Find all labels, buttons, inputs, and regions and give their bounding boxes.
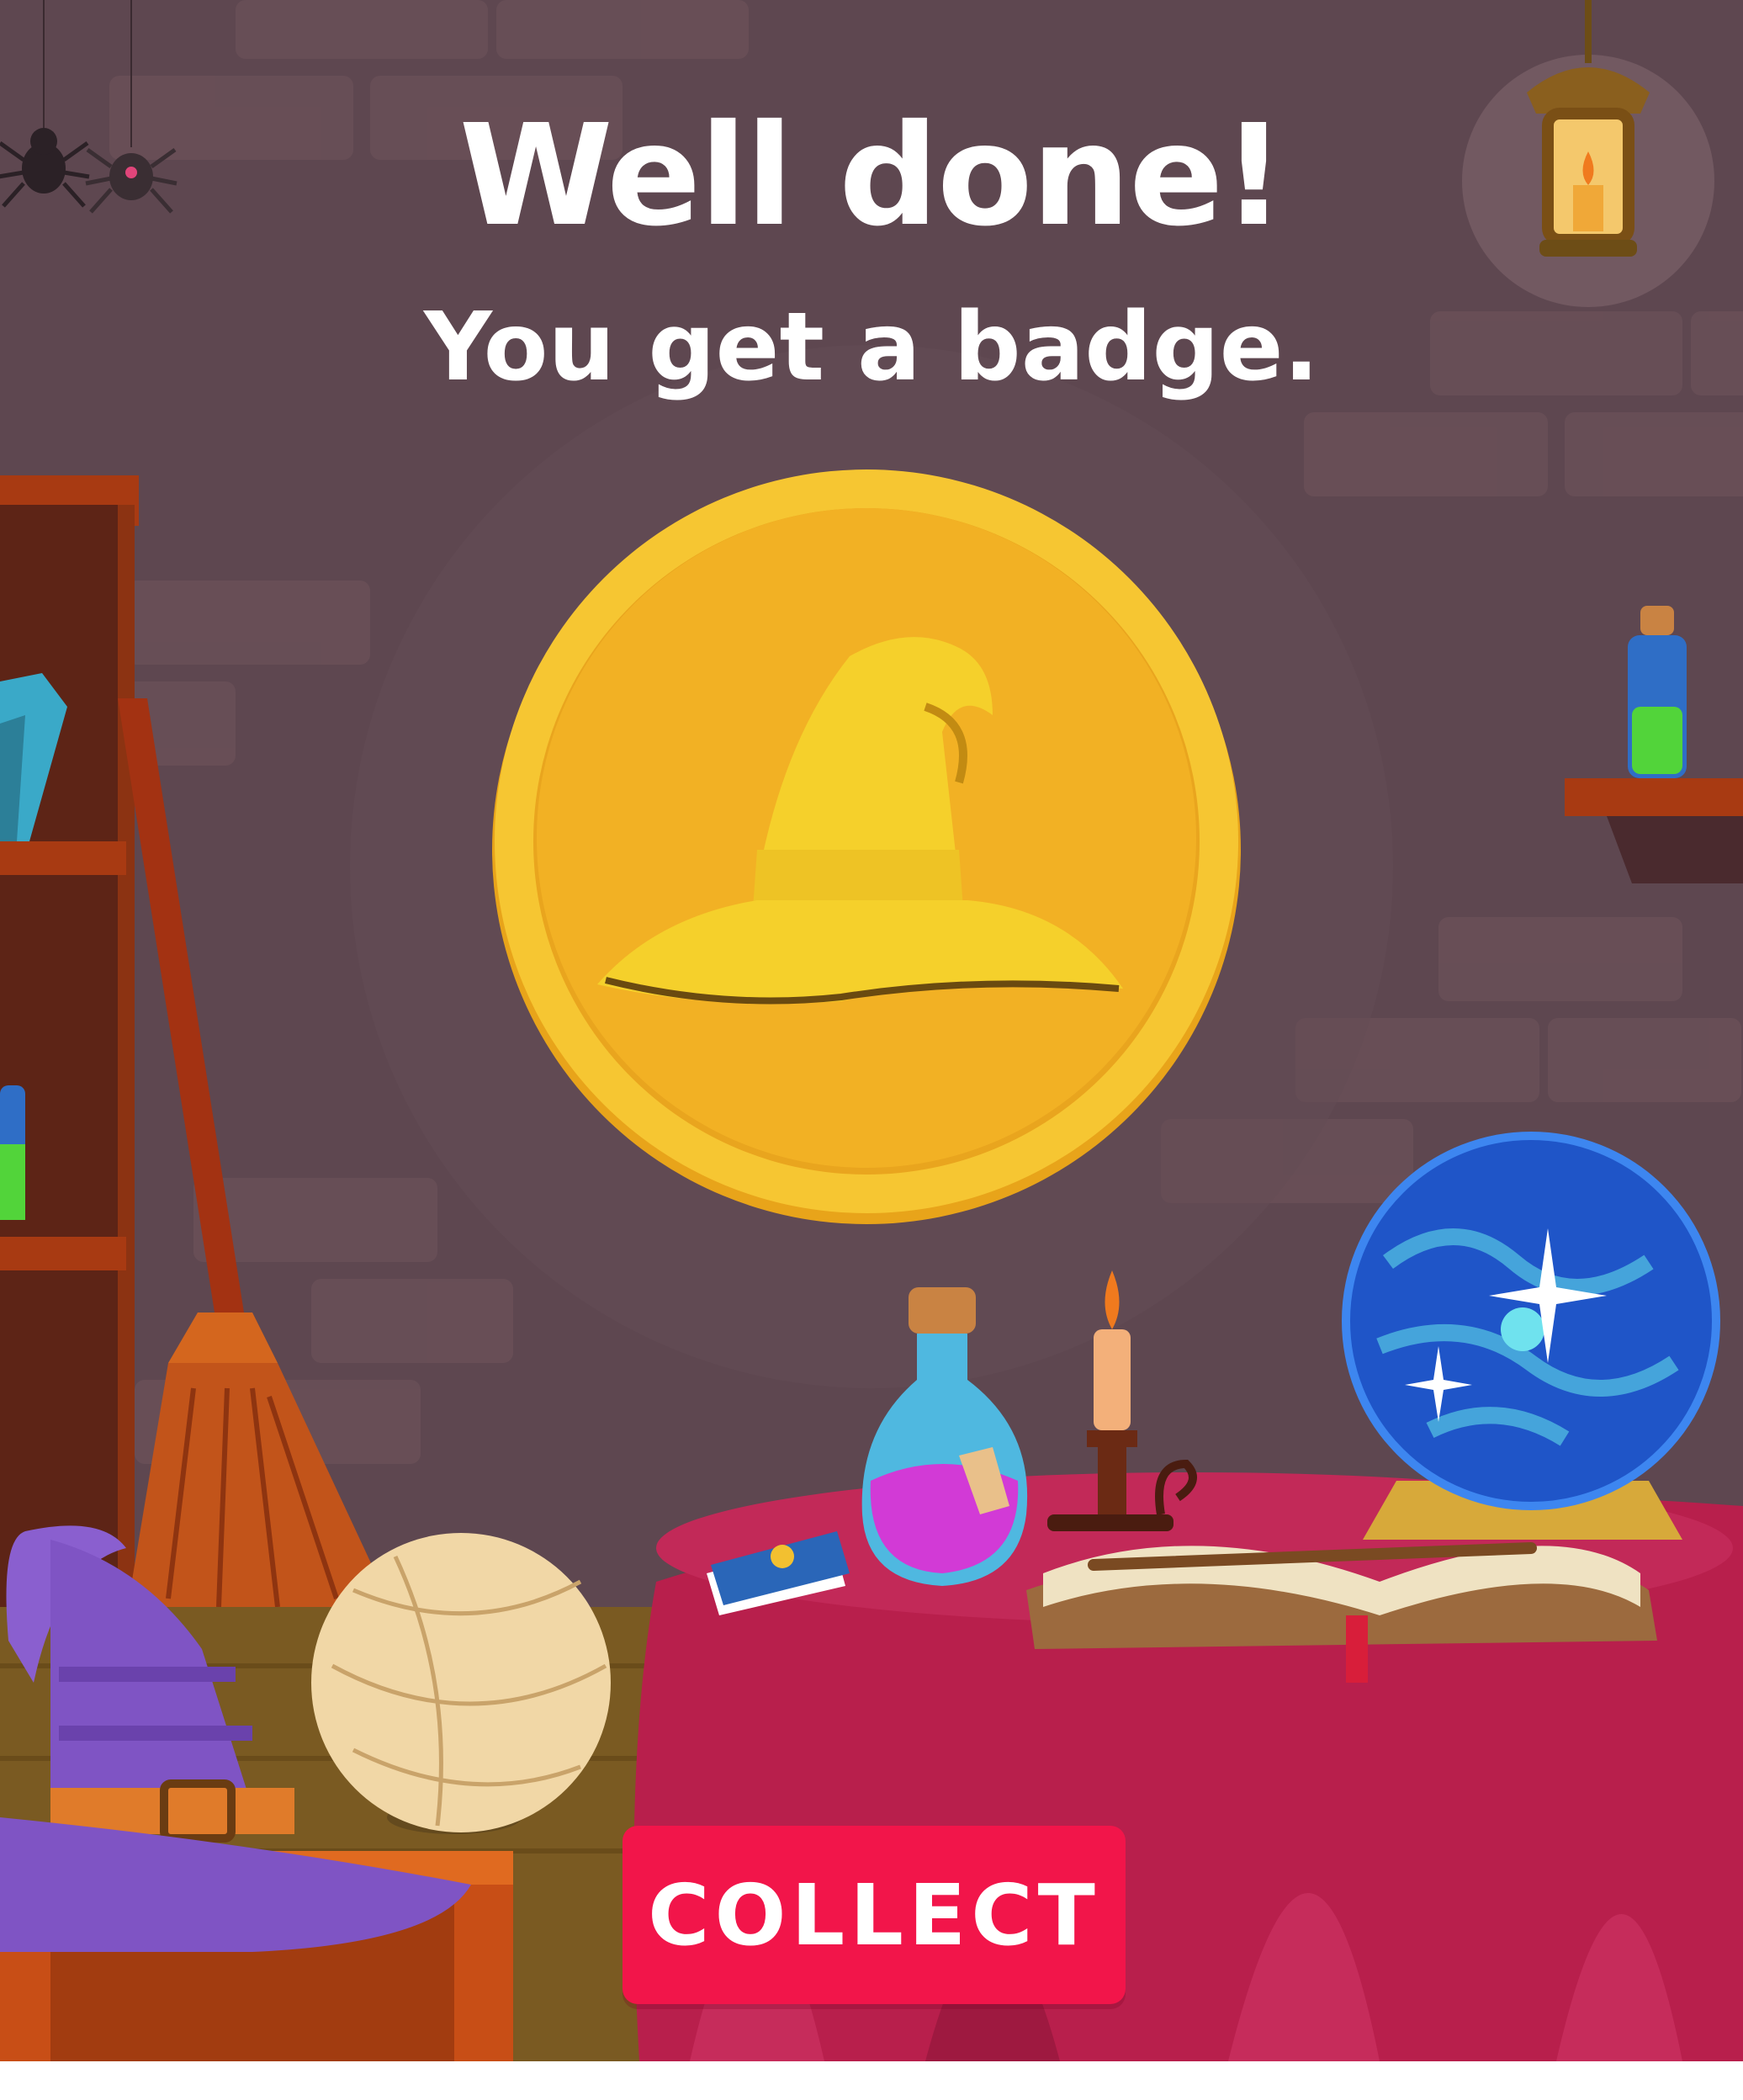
bottom-margin	[0, 2061, 1743, 2100]
badge-reward-scene: Well done! You get a badge. COLLECT	[0, 0, 1743, 2061]
subheadline: You get a badge.	[423, 293, 1320, 402]
bookshelf	[0, 475, 139, 1683]
headline: Well done!	[458, 95, 1286, 257]
yarn-ball-icon	[311, 1533, 611, 1834]
collect-button[interactable]: COLLECT	[622, 1826, 1126, 2004]
